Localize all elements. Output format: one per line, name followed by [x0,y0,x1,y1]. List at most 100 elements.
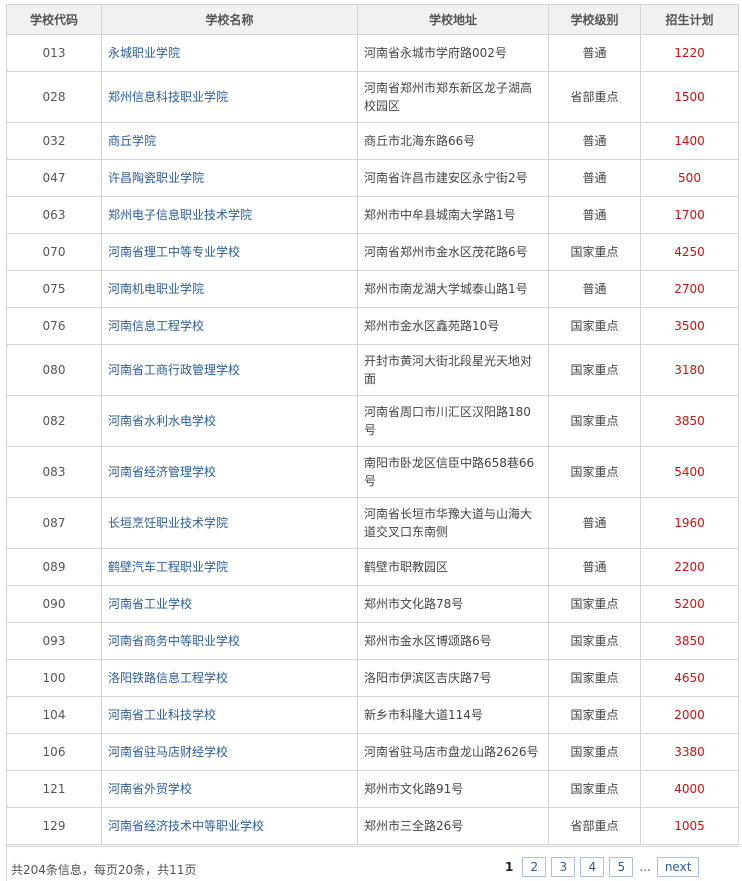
enrollment-plan-cell: 1005 [640,807,739,845]
table-row: 076 河南信息工程学校 郑州市金水区鑫苑路10号 国家重点 3500 [6,307,739,345]
current-page: 1 [505,860,514,874]
school-code-cell: 129 [6,807,102,845]
school-code-cell: 089 [6,548,102,586]
school-level-cell: 国家重点 [548,659,641,697]
school-code-cell: 100 [6,659,102,697]
school-address-cell: 郑州市文化路78号 [357,585,549,623]
school-name-cell: 河南省工商行政管理学校 [101,344,358,396]
school-name-cell: 长垣烹饪职业技术学院 [101,497,358,549]
table-row: 080 河南省工商行政管理学校 开封市黄河大街北段星光天地对面 国家重点 3180 [6,344,739,396]
school-name-link[interactable]: 鹤壁汽车工程职业学院 [108,560,228,574]
school-level-cell: 国家重点 [548,733,641,771]
school-level-cell: 普通 [548,196,641,234]
school-name-cell: 河南机电职业学院 [101,270,358,308]
pagination-summary: 共204条信息，每页20条，共11页 [11,863,197,877]
school-address-cell: 河南省永城市学府路002号 [357,34,549,72]
school-code-cell: 076 [6,307,102,345]
school-code-cell: 087 [6,497,102,549]
school-name-cell: 河南省水利水电学校 [101,395,358,447]
school-address-cell: 河南省许昌市建安区永宁街2号 [357,159,549,197]
school-code-cell: 063 [6,196,102,234]
school-name-cell: 河南省理工中等专业学校 [101,233,358,271]
school-name-cell: 郑州电子信息职业技术学院 [101,196,358,234]
table-row: 083 河南省经济管理学校 南阳市卧龙区信臣中路658巷66号 国家重点 5400 [6,446,739,498]
enrollment-plan-cell: 3180 [640,344,739,396]
enrollment-plan-cell: 2200 [640,548,739,586]
page-link-2[interactable]: 2 [522,857,547,877]
school-name-link[interactable]: 郑州信息科技职业学院 [108,90,228,104]
table-row: 028 郑州信息科技职业学院 河南省郑州市郑东新区龙子湖高校园区 省部重点 1500 [6,71,739,123]
school-address-cell: 河南省郑州市金水区茂花路6号 [357,233,549,271]
school-name-link[interactable]: 河南省驻马店财经学校 [108,745,228,759]
school-name-link[interactable]: 河南省工商行政管理学校 [108,363,240,377]
table-body: 013 永城职业学院 河南省永城市学府路002号 普通 1220 028 郑州信息科技职业学… [6,34,739,845]
table-row: 032 商丘学院 商丘市北海东路66号 普通 1400 [6,122,739,160]
table-row: 106 河南省驻马店财经学校 河南省驻马店市盘龙山路2626号 国家重点 3380 [6,733,739,771]
school-name-cell: 许昌陶瓷职业学院 [101,159,358,197]
school-code-cell: 093 [6,622,102,660]
school-address-cell: 新乡市科隆大道114号 [357,696,549,734]
school-level-cell: 国家重点 [548,307,641,345]
school-code-cell: 106 [6,733,102,771]
school-name-cell: 河南省驻马店财经学校 [101,733,358,771]
school-name-link[interactable]: 永城职业学院 [108,46,180,60]
school-address-cell: 南阳市卧龙区信臣中路658巷66号 [357,446,549,498]
school-name-link[interactable]: 河南省商务中等职业学校 [108,634,240,648]
school-name-link[interactable]: 洛阳铁路信息工程学校 [108,671,228,685]
school-level-cell: 普通 [548,548,641,586]
school-name-link[interactable]: 河南省外贸学校 [108,782,192,796]
school-name-link[interactable]: 商丘学院 [108,134,156,148]
table-row: 100 洛阳铁路信息工程学校 洛阳市伊滨区吉庆路7号 国家重点 4650 [6,659,739,697]
enrollment-plan-cell: 3850 [640,395,739,447]
school-address-cell: 商丘市北海东路66号 [357,122,549,160]
school-name-link[interactable]: 郑州电子信息职业技术学院 [108,208,252,222]
school-name-cell: 商丘学院 [101,122,358,160]
page-link-3[interactable]: 3 [551,857,576,877]
school-level-cell: 国家重点 [548,446,641,498]
school-code-cell: 028 [6,71,102,123]
enrollment-plan-cell: 5400 [640,446,739,498]
school-name-link[interactable]: 河南信息工程学校 [108,319,204,333]
school-address-cell: 郑州市中牟县城南大学路1号 [357,196,549,234]
school-name-link[interactable]: 河南省工业学校 [108,597,192,611]
enrollment-plan-cell: 1960 [640,497,739,549]
header-school-address: 学校地址 [357,4,549,35]
school-name-link[interactable]: 许昌陶瓷职业学院 [108,171,204,185]
school-name-link[interactable]: 河南省工业科技学校 [108,708,216,722]
school-code-cell: 075 [6,270,102,308]
school-address-cell: 郑州市文化路91号 [357,770,549,808]
school-name-link[interactable]: 长垣烹饪职业技术学院 [108,516,228,530]
school-address-cell: 河南省驻马店市盘龙山路2626号 [357,733,549,771]
next-page-button[interactable]: next [656,857,700,877]
school-level-cell: 国家重点 [548,395,641,447]
school-name-cell: 永城职业学院 [101,34,358,72]
enrollment-plan-cell: 3380 [640,733,739,771]
school-name-link[interactable]: 河南机电职业学院 [108,282,204,296]
school-code-cell: 090 [6,585,102,623]
school-address-cell: 河南省长垣市华豫大道与山海大道交叉口东南侧 [357,497,549,549]
school-name-link[interactable]: 河南省理工中等专业学校 [108,245,240,259]
school-code-cell: 083 [6,446,102,498]
school-level-cell: 国家重点 [548,233,641,271]
school-name-link[interactable]: 河南省经济技术中等职业学校 [108,819,264,833]
school-level-cell: 省部重点 [548,807,641,845]
school-code-cell: 121 [6,770,102,808]
enrollment-plan-cell: 1220 [640,34,739,72]
school-address-cell: 开封市黄河大街北段星光天地对面 [357,344,549,396]
school-table: 学校代码 学校名称 学校地址 学校级别 招生计划 013 永城职业学院 河南省永城市… [6,4,739,845]
school-name-cell: 河南省商务中等职业学校 [101,622,358,660]
school-name-link[interactable]: 河南省水利水电学校 [108,414,216,428]
table-row: 087 长垣烹饪职业技术学院 河南省长垣市华豫大道与山海大道交叉口东南侧 普通 1960 [6,497,739,549]
header-school-code: 学校代码 [6,4,102,35]
enrollment-plan-cell: 4650 [640,659,739,697]
table-row: 093 河南省商务中等职业学校 郑州市金水区博颂路6号 国家重点 3850 [6,622,739,660]
school-name-cell: 河南信息工程学校 [101,307,358,345]
school-code-cell: 104 [6,696,102,734]
school-level-cell: 国家重点 [548,344,641,396]
enrollment-plan-cell: 1400 [640,122,739,160]
table-row: 063 郑州电子信息职业技术学院 郑州市中牟县城南大学路1号 普通 1700 [6,196,739,234]
school-name-cell: 郑州信息科技职业学院 [101,71,358,123]
school-name-link[interactable]: 河南省经济管理学校 [108,465,216,479]
page-link-4[interactable]: 4 [580,857,605,877]
page-link-5[interactable]: 5 [609,857,634,877]
